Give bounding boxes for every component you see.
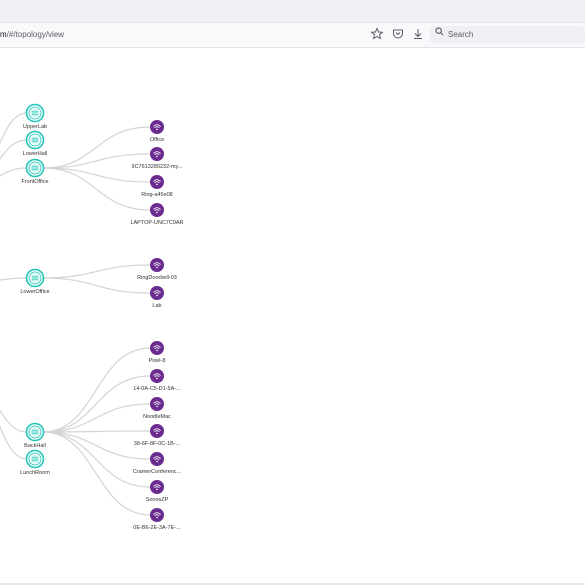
browser-toolbar: m/#/topology/view Search <box>0 23 585 48</box>
access-point-node[interactable] <box>25 449 45 469</box>
access-point-label: UpperLab <box>22 124 48 130</box>
access-point-node[interactable] <box>25 158 45 178</box>
topology-canvas[interactable]: UpperLab LowerHall FrontOffice LowerOffice B… <box>0 48 585 585</box>
pocket-icon[interactable] <box>391 27 405 41</box>
topology-edge <box>0 277 28 281</box>
access-point-node[interactable] <box>25 130 45 150</box>
client-node[interactable] <box>150 147 164 161</box>
topology-edge <box>42 375 151 433</box>
client-node[interactable] <box>150 397 164 411</box>
client-node[interactable] <box>150 258 164 272</box>
address-bar[interactable]: m/#/topology/view <box>0 28 362 42</box>
topology-edge <box>42 264 151 279</box>
topology-edge <box>0 409 28 433</box>
url-host: m <box>0 30 7 39</box>
client-label: 9C7613280232-my... <box>131 164 183 170</box>
client-node[interactable] <box>150 424 164 438</box>
topology-edge <box>0 425 28 460</box>
url-path: /#/topology/view <box>6 30 65 39</box>
topology-edge <box>42 126 151 169</box>
client-label: LAPTOP-UNC7C9AR <box>130 220 184 226</box>
access-point-label: LowerOffice <box>20 289 50 295</box>
client-label: 0E-B6-2E-3A-7E-... <box>133 525 181 531</box>
browser-tab-strip <box>0 0 585 23</box>
topology-edge <box>42 167 151 211</box>
client-node[interactable] <box>150 341 164 355</box>
client-node[interactable] <box>150 369 164 383</box>
search-box[interactable]: Search <box>430 26 585 43</box>
topology-edge <box>42 403 151 433</box>
client-label: 38-6F-8F-0C-1B-... <box>133 441 181 447</box>
client-node[interactable] <box>150 452 164 466</box>
access-point-node[interactable] <box>25 422 45 442</box>
topology-graph <box>0 103 164 522</box>
access-point-label: LowerHall <box>22 151 48 157</box>
client-label: Office <box>149 137 165 143</box>
access-point-label: LunchRoom <box>20 470 50 476</box>
client-node[interactable] <box>150 203 164 217</box>
client-node[interactable] <box>150 480 164 494</box>
client-label: RingDoorbell-03 <box>137 275 177 281</box>
access-point-label: FrontOffice <box>21 179 49 185</box>
search-placeholder: Search <box>448 30 474 39</box>
bookmark-star-icon[interactable] <box>370 27 384 41</box>
download-icon[interactable] <box>411 27 425 41</box>
client-label: Ring-a45e08 <box>141 192 173 198</box>
access-point-node[interactable] <box>25 103 45 123</box>
client-node[interactable] <box>150 508 164 522</box>
client-label: Pixel-8 <box>148 358 166 364</box>
client-node[interactable] <box>150 175 164 189</box>
topology-edge <box>42 277 151 294</box>
client-label: CramerConferenc... <box>132 469 182 475</box>
access-point-label: BackHall <box>24 443 46 449</box>
client-label: SonosZP <box>145 497 169 503</box>
client-label: NoodleMac <box>143 414 171 420</box>
client-node[interactable] <box>150 120 164 134</box>
client-label: 14-0A-C5-D1-5A-... <box>133 386 181 392</box>
access-point-node[interactable] <box>25 268 45 288</box>
client-node[interactable] <box>150 286 164 300</box>
client-label: Lab <box>152 303 162 309</box>
